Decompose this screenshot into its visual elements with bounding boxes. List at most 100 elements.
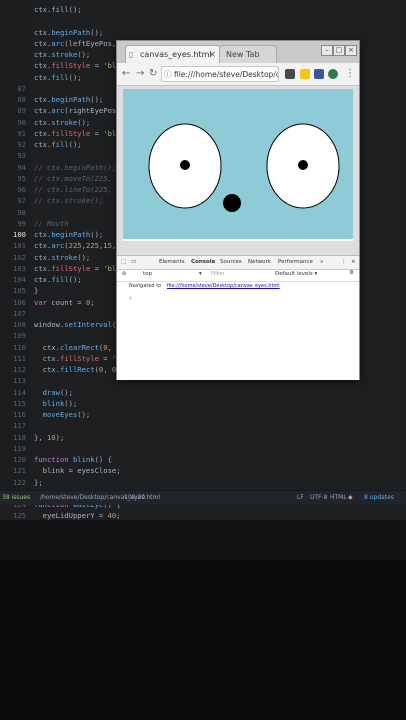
extension-icon[interactable] (314, 69, 324, 79)
settings-gear-icon[interactable]: ⚙ (349, 270, 354, 276)
code-line[interactable]: 116 moveEyes(); (0, 409, 90, 420)
code-token: 225 (85, 241, 99, 251)
code-line[interactable]: 94 // ctx.beginPath(); (0, 162, 116, 173)
devtools-tabs: ⬚ ▭ Elements Console Sources Network Per… (117, 256, 359, 270)
code-line[interactable]: 105} (0, 285, 38, 296)
address-bar[interactable]: ⓘ file:///home/steve/Desktop/ca... (161, 66, 279, 82)
back-button[interactable]: ← (122, 67, 130, 81)
code-line[interactable]: 108window.setInterval(fun (0, 319, 129, 330)
grammar[interactable]: HTML (330, 494, 347, 501)
code-line[interactable]: ctx.fillStyle = 'bl (0, 60, 116, 71)
code-line[interactable]: 103 ctx.fillStyle = 'bla (0, 263, 121, 274)
devtools-menu-icon[interactable]: ⋮ (341, 259, 347, 265)
code-line[interactable]: 117 (0, 420, 34, 431)
code-line[interactable]: 107 (0, 308, 34, 319)
encoding[interactable]: UTF-8 (310, 494, 328, 501)
code-token: ctx. (34, 140, 52, 149)
code-line[interactable]: 112 ctx.fillRect(0, 0, (0, 364, 121, 375)
tab-canvas-eyes[interactable]: ▯ canvas_eyes.html × (125, 45, 221, 63)
code-line[interactable]: 90 ctx.stroke(); (0, 117, 90, 128)
code-line[interactable]: 99 // Mouth (0, 218, 68, 229)
reload-button[interactable]: ↻ (149, 67, 157, 81)
browser-window: ▯ canvas_eyes.html × New Tab – □ × ← → ↻… (116, 40, 360, 380)
code-token: fill (51, 140, 69, 149)
more-tabs-icon[interactable]: » (320, 259, 323, 265)
code-line[interactable]: 95 // ctx.moveTo(225, (0, 173, 112, 184)
forward-button[interactable]: → (136, 67, 144, 81)
close-devtools-icon[interactable]: × (351, 259, 356, 265)
code-line[interactable]: 125 eyeLidUpperY = 40; (0, 510, 121, 520)
cursor-position[interactable]: 100:20 (124, 494, 145, 501)
code-line[interactable]: 98 (0, 207, 34, 218)
message-link[interactable]: file:///home/steve/Desktop/canvas_eyes.h… (167, 283, 280, 289)
console-filter[interactable]: Filter (211, 271, 225, 277)
eyes-canvas[interactable] (123, 89, 353, 239)
tab-network[interactable]: Network (248, 259, 271, 265)
menu-icon[interactable]: ⋮ (345, 67, 355, 81)
tab-new-tab[interactable]: New Tab (219, 45, 277, 63)
line-number: 111 (13, 353, 26, 363)
inspect-icon[interactable]: ⬚ (121, 259, 126, 265)
clear-console-icon[interactable]: ⊘ (122, 271, 127, 277)
log-levels-dropdown[interactable]: Default levels ▾ (275, 271, 317, 277)
code-line[interactable]: 91 ctx.fillStyle = 'bla (0, 128, 120, 139)
code-line[interactable]: 96 // ctx.lineTo(225, (0, 184, 112, 195)
context-selector[interactable]: top (143, 271, 152, 277)
code-line[interactable]: 121 blink = eyesClose; (0, 465, 121, 476)
code-line[interactable]: ctx.fill(); (0, 4, 82, 15)
extension-icon[interactable] (328, 69, 338, 79)
extension-icon[interactable] (300, 69, 310, 79)
tab-sources[interactable]: Sources (220, 259, 242, 265)
console-prompt[interactable]: › (129, 294, 132, 302)
code-line[interactable]: 104 ctx.fill(); (0, 274, 82, 285)
code-token: fillStyle (51, 128, 91, 138)
tab-performance[interactable]: Performance (278, 259, 313, 265)
code-line[interactable]: 114 draw(); (0, 387, 73, 398)
code-line[interactable]: 115 blink(); (0, 398, 77, 409)
line-ending[interactable]: LF (297, 494, 304, 501)
line-number: 106 (13, 297, 26, 307)
device-toggle-icon[interactable]: ▭ (131, 259, 136, 265)
code-line[interactable]: ctx.stroke(); (0, 49, 90, 60)
code-line[interactable]: 119 (0, 443, 34, 454)
code-line[interactable]: 102 ctx.stroke(); (0, 252, 90, 263)
code-line[interactable]: 88 ctx.beginPath(); (0, 94, 103, 105)
code-line[interactable]: ctx.beginPath(); (0, 27, 103, 38)
code-line[interactable]: 97 // ctx.stroke(); (0, 195, 103, 206)
maximize-button[interactable]: □ (333, 45, 345, 56)
code-line[interactable]: 87 (0, 83, 34, 94)
updates-indicator[interactable]: 8 updates (364, 494, 394, 501)
code-line[interactable]: 113 (0, 375, 34, 386)
code-line[interactable]: 100 ctx.beginPath(); (0, 229, 103, 240)
close-window-button[interactable]: × (345, 45, 357, 56)
line-number: 118 (13, 432, 26, 442)
code-token: clearRect (59, 342, 99, 352)
code-line[interactable]: ctx.arc(leftEyePos, (0, 38, 116, 49)
cast-icon[interactable] (285, 69, 295, 79)
url-text: file:///home/steve/Desktop/ca... (174, 70, 279, 79)
issues-indicator[interactable]: 38 issues (2, 494, 30, 501)
info-icon: ⓘ (164, 70, 172, 79)
code-line[interactable] (0, 15, 34, 26)
code-line[interactable]: 111 ctx.fillStyle = 'blu (0, 353, 129, 364)
minimize-button[interactable]: – (321, 45, 333, 56)
code-line[interactable]: 93 (0, 150, 34, 161)
code-line[interactable]: 109 (0, 330, 34, 341)
code-line[interactable]: 89 ctx.arc(rightEyePos, (0, 105, 120, 116)
tab-elements[interactable]: Elements (159, 259, 185, 265)
code-token: = (90, 128, 104, 138)
line-number: 120 (13, 455, 26, 464)
code-line[interactable]: 92 ctx.fill(); (0, 139, 81, 150)
code-line[interactable]: 101 ctx.arc(225,225,15, (0, 240, 116, 251)
code-token: ctx. (34, 263, 52, 273)
close-tab-icon[interactable]: × (208, 46, 216, 64)
code-line[interactable]: 120 function blink() { (0, 454, 112, 465)
code-line[interactable]: ctx.fill(); (0, 72, 82, 83)
code-line[interactable]: 110 ctx.clearRect(0, 0, (0, 342, 125, 353)
code-line[interactable]: 122}; (0, 477, 43, 488)
code-line[interactable]: 106 var count = 0; (0, 297, 95, 308)
line-number: 117 (13, 421, 26, 431)
tab-console[interactable]: Console (191, 259, 215, 265)
code-line[interactable]: 118}, 10); (0, 432, 64, 443)
